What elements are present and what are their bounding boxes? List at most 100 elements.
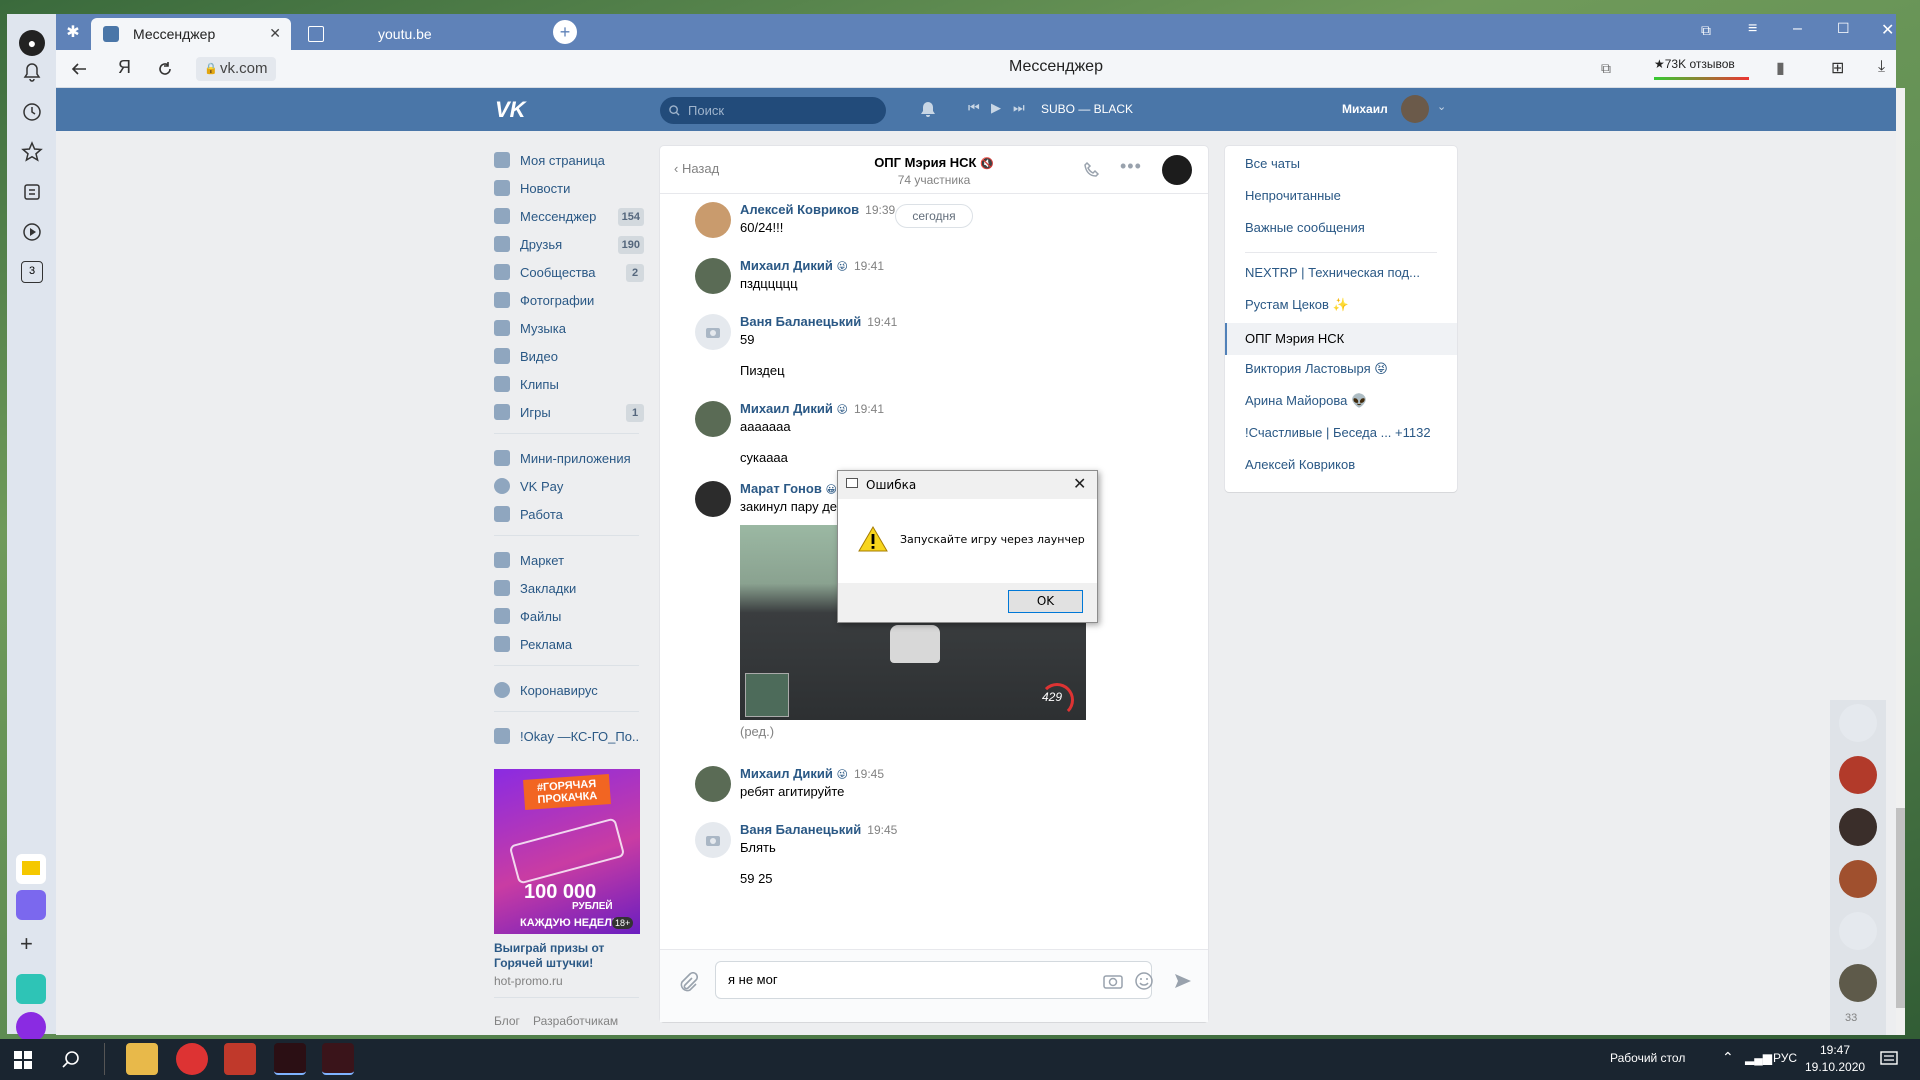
back-arrow-icon[interactable] — [70, 60, 88, 78]
vk-logo-icon[interactable]: VK — [495, 97, 526, 123]
chat-list-item[interactable]: !Счастливые | Беседа ... +1132 — [1225, 419, 1457, 447]
chat-avatar[interactable] — [1162, 155, 1192, 185]
downloads-icon[interactable]: ⤓ — [1878, 58, 1885, 76]
ad-title[interactable]: Выиграй призы от Горячей штучки! — [494, 941, 640, 971]
chat-bubble-avatar[interactable] — [1839, 860, 1877, 898]
close-window-icon[interactable]: ✕ — [1881, 20, 1894, 40]
nav-friends[interactable]: Друзья 190 — [494, 231, 644, 257]
message-author[interactable]: Михаил Дикий 😜 19:45 — [740, 766, 884, 781]
nav-my-page[interactable]: Моя страница — [494, 147, 644, 173]
prev-track-icon[interactable]: ⏮ — [968, 100, 980, 116]
network-icon[interactable]: ▂▄▆ — [1745, 1051, 1772, 1065]
game-launcher-icon[interactable] — [274, 1043, 306, 1075]
avatar[interactable] — [695, 258, 731, 294]
nav-games[interactable]: Игры 1 — [494, 399, 644, 425]
search-input[interactable]: Поиск — [660, 97, 886, 124]
message-author[interactable]: Марат Гонов 😀 — [740, 481, 837, 496]
game-window-icon[interactable] — [322, 1043, 354, 1075]
chat-bubble-avatar[interactable] — [1839, 912, 1877, 950]
nav-communities[interactable]: Сообщества 2 — [494, 259, 644, 285]
windows-start-icon[interactable] — [14, 1051, 32, 1069]
file-explorer-icon[interactable] — [126, 1043, 158, 1075]
message-input[interactable]: я не мог — [715, 961, 1152, 999]
ad-domain[interactable]: hot-promo.ru — [494, 974, 563, 988]
store-app-icon[interactable] — [16, 974, 46, 1004]
language-indicator[interactable]: РУС — [1773, 1051, 1797, 1065]
history-icon[interactable] — [21, 101, 43, 123]
back-button[interactable]: ‹ Назад — [674, 161, 719, 176]
bell-icon[interactable] — [21, 61, 43, 83]
message-author[interactable]: Михаил Дикий 😜 19:41 — [740, 401, 884, 416]
nav-ads[interactable]: Реклама — [494, 631, 644, 657]
avatar[interactable] — [695, 314, 731, 350]
chat-list-item-unread[interactable]: Непрочитанные — [1225, 182, 1457, 210]
nav-work[interactable]: Работа — [494, 501, 644, 527]
reload-icon[interactable] — [156, 60, 174, 78]
message-author[interactable]: Ваня Баланецький 19:41 — [740, 314, 897, 329]
collections-icon[interactable] — [21, 181, 43, 203]
notifications-icon[interactable] — [1880, 1051, 1898, 1067]
nav-community-link[interactable]: !Okay —КС-ГО_По.. — [494, 723, 644, 749]
clock-time[interactable]: 19:47 — [1810, 1043, 1860, 1057]
ad-banner[interactable]: #ГОРЯЧАЯ ПРОКАЧКА 100 000 РУБЛЕЙ КАЖДУЮ … — [494, 769, 640, 934]
chat-list-item[interactable]: Виктория Ластовыря 😝 — [1225, 355, 1457, 383]
new-tab-button[interactable]: + — [553, 20, 577, 44]
messenger-app-icon[interactable] — [16, 890, 46, 920]
yandex-logo-icon[interactable]: ● — [19, 30, 45, 56]
ok-button[interactable]: OK — [1008, 590, 1083, 613]
extensions-icon[interactable]: ⊞ — [1831, 58, 1844, 78]
alice-assistant-icon[interactable] — [16, 1012, 46, 1042]
more-chats-count[interactable]: 33 — [1845, 1012, 1857, 1024]
nav-files[interactable]: Файлы — [494, 603, 644, 629]
avatar[interactable] — [695, 766, 731, 802]
nav-music[interactable]: Музыка — [494, 315, 644, 341]
nav-clips[interactable]: Клипы — [494, 371, 644, 397]
chat-list-item-all[interactable]: Все чаты — [1225, 150, 1457, 178]
message-author[interactable]: Михаил Дикий 😜 19:41 — [740, 258, 884, 273]
star-icon[interactable] — [21, 141, 43, 163]
play-icon[interactable]: ▶ — [991, 100, 1001, 116]
footer-blog-link[interactable]: Блог — [494, 1014, 520, 1028]
player-track[interactable]: SUBO — BLACK — [1041, 102, 1133, 116]
chat-bubble-avatar[interactable] — [1839, 808, 1877, 846]
avatar[interactable] — [695, 401, 731, 437]
chat-list-item[interactable]: NEXTRP | Техническая под... — [1225, 259, 1457, 287]
avatar[interactable] — [695, 481, 731, 517]
next-track-icon[interactable]: ⏭ — [1013, 100, 1025, 116]
message-author[interactable]: Алексей Ковриков 19:39 — [740, 202, 895, 217]
message-author[interactable]: Ваня Баланецький 19:45 — [740, 822, 897, 837]
search-icon[interactable] — [62, 1051, 80, 1069]
chevron-up-icon[interactable]: ⌃ — [1722, 1049, 1734, 1066]
nav-coronavirus[interactable]: Коронавирус — [494, 677, 644, 703]
url-field[interactable]: 🔒 vk.com — [196, 57, 276, 81]
close-tab-icon[interactable]: ✕ — [269, 25, 281, 42]
nav-photos[interactable]: Фотографии — [494, 287, 644, 313]
yandex-browser-icon[interactable] — [176, 1043, 208, 1075]
video-play-icon[interactable] — [21, 221, 43, 243]
nav-messenger[interactable]: Мессенджер 154 — [494, 203, 644, 229]
nav-bookmarks[interactable]: Закладки — [494, 575, 644, 601]
nav-mini-apps[interactable]: Мини-приложения — [494, 445, 644, 471]
send-icon[interactable] — [1173, 971, 1193, 991]
emoji-icon[interactable] — [1134, 971, 1154, 991]
tab-messenger[interactable]: Мессенджер ✕ — [91, 18, 291, 50]
nav-video[interactable]: Видео — [494, 343, 644, 369]
chat-list-item[interactable]: Алексей Ковриков — [1225, 451, 1457, 479]
chat-list-item[interactable]: Арина Майорова 👽 — [1225, 387, 1457, 415]
bookmarks-panel-icon[interactable]: ⧉ — [1701, 22, 1711, 39]
pin-tab-icon[interactable]: ✱ — [62, 22, 84, 44]
reviews-button[interactable]: ★73K отзывов — [1654, 56, 1749, 80]
nav-market[interactable]: Маркет — [494, 547, 644, 573]
bookmark-icon[interactable]: ▮ — [1776, 58, 1785, 78]
dialog-close-icon[interactable]: ✕ — [1073, 474, 1086, 494]
user-avatar[interactable] — [1401, 95, 1429, 123]
maximize-icon[interactable]: ☐ — [1837, 20, 1850, 37]
tab-youtube[interactable]: youtu.be — [296, 18, 536, 50]
phone-icon[interactable] — [1083, 161, 1101, 179]
share-icon[interactable]: ⧉ — [1601, 60, 1611, 77]
desktop-label[interactable]: Рабочий стол — [1610, 1051, 1685, 1065]
yandex-y-icon[interactable]: Я — [118, 57, 131, 78]
more-options-icon[interactable]: ••• — [1120, 156, 1142, 177]
paperclip-icon[interactable] — [678, 972, 698, 994]
menu-icon[interactable]: ≡ — [1748, 20, 1757, 38]
